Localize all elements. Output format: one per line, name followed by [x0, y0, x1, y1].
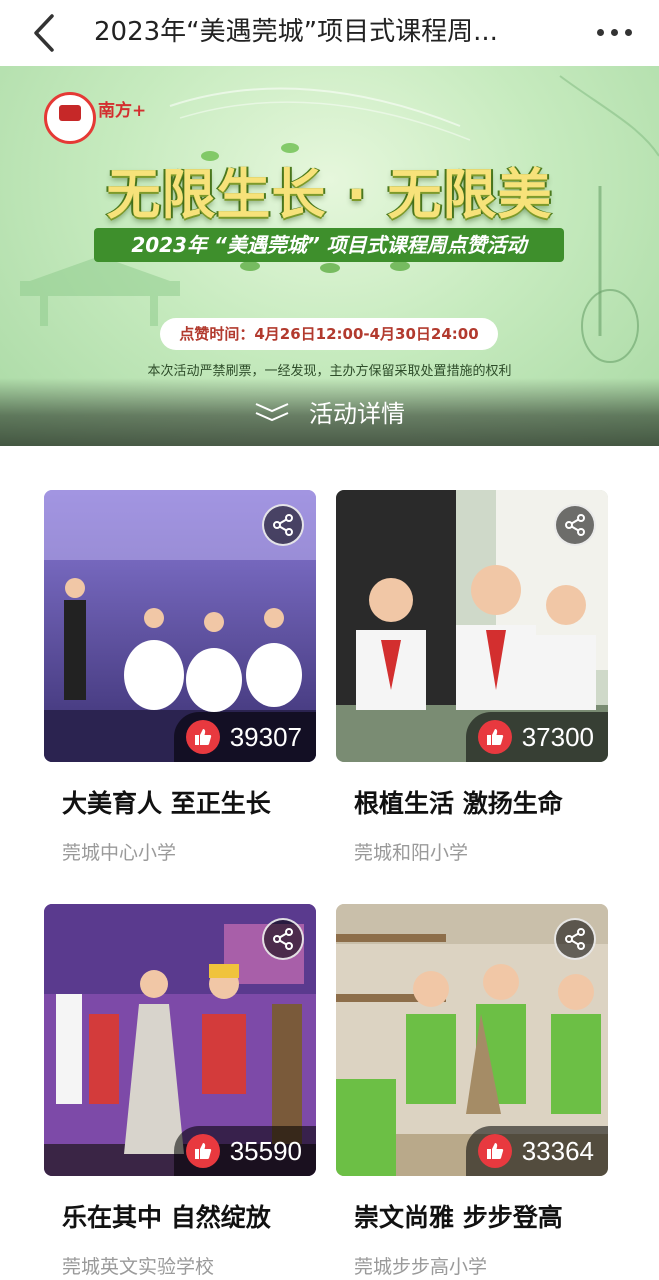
- share-button[interactable]: [262, 504, 304, 546]
- like-count: 33364: [521, 1135, 594, 1166]
- like-counter: 37300: [465, 712, 608, 762]
- more-button[interactable]: [591, 10, 639, 54]
- entry-school: 莞城中心小学: [62, 842, 177, 864]
- like-button[interactable]: [477, 720, 512, 754]
- like-count: 39307: [229, 721, 302, 752]
- share-icon: [565, 928, 585, 950]
- thumbs-up-icon: [194, 729, 211, 745]
- share-button[interactable]: [554, 918, 596, 960]
- like-count: 35590: [229, 1135, 302, 1166]
- entry-card[interactable]: 37300 根植生活 激扬生命 莞城和阳小学: [336, 490, 608, 865]
- entry-thumbnail: 35590: [44, 904, 316, 1176]
- like-count: 37300: [521, 721, 594, 752]
- chevron-left-icon: [34, 14, 54, 52]
- share-icon: [273, 514, 293, 536]
- top-nav-bar: 2023年“美遇莞城”项目式课程周...: [0, 0, 659, 66]
- banner-subtitle: 2023年 “美遇莞城” 项目式课程周点赞活动: [131, 233, 527, 257]
- banner-notice: 本次活动严禁刷票，一经发现，主办方保留采取处置措施的权利: [147, 364, 512, 379]
- like-counter: 33364: [465, 1126, 608, 1176]
- thumbs-up-icon: [486, 729, 503, 745]
- thumbs-up-icon: [194, 1143, 211, 1159]
- entry-thumbnail: 39307: [44, 490, 316, 762]
- event-banner: 南方+ 无限生长 · 无限美 2023年 “美遇莞城” 项目式课程周点赞活动 点…: [0, 66, 659, 446]
- entry-card[interactable]: 35590 乐在其中 自然绽放 莞城英文实验学校: [44, 904, 316, 1279]
- organizer-logo: [44, 92, 96, 144]
- entry-school: 莞城步步高小学: [354, 1256, 488, 1278]
- entry-school: 莞城和阳小学: [354, 842, 469, 864]
- entry-thumbnail: 33364: [336, 904, 608, 1176]
- thumbs-up-icon: [486, 1143, 503, 1159]
- entry-title: 大美育人 至正生长: [62, 789, 271, 818]
- entry-title: 根植生活 激扬生命: [354, 789, 563, 818]
- like-button[interactable]: [185, 720, 220, 754]
- entry-thumbnail: 37300: [336, 490, 608, 762]
- page-title: 2023年“美遇莞城”项目式课程周...: [94, 17, 498, 47]
- like-counter: 39307: [173, 712, 316, 762]
- more-dots-icon: [597, 29, 604, 36]
- entry-card[interactable]: 33364 崇文尚雅 步步登高 莞城步步高小学: [336, 904, 608, 1279]
- entry-title: 乐在其中 自然绽放: [62, 1203, 271, 1232]
- share-button[interactable]: [262, 918, 304, 960]
- activity-details-button[interactable]: 活动详情: [0, 378, 659, 446]
- activity-details-label: 活动详情: [309, 400, 406, 428]
- share-icon: [565, 514, 585, 536]
- entry-card[interactable]: 39307 大美育人 至正生长 莞城中心小学: [44, 490, 316, 865]
- double-chevron-down-icon: [255, 402, 289, 421]
- vote-time: 点赞时间：4月26日12:00-4月30日24:00: [160, 318, 498, 350]
- like-counter: 35590: [173, 1126, 316, 1176]
- entry-school: 莞城英文实验学校: [62, 1256, 215, 1278]
- back-button[interactable]: [22, 8, 72, 58]
- like-button[interactable]: [477, 1134, 512, 1168]
- banner-headline: 无限生长 · 无限美: [106, 163, 553, 226]
- like-button[interactable]: [185, 1134, 220, 1168]
- entry-title: 崇文尚雅 步步登高: [354, 1203, 563, 1232]
- nanfang-logo: 南方+: [98, 101, 147, 121]
- share-icon: [273, 928, 293, 950]
- share-button[interactable]: [554, 504, 596, 546]
